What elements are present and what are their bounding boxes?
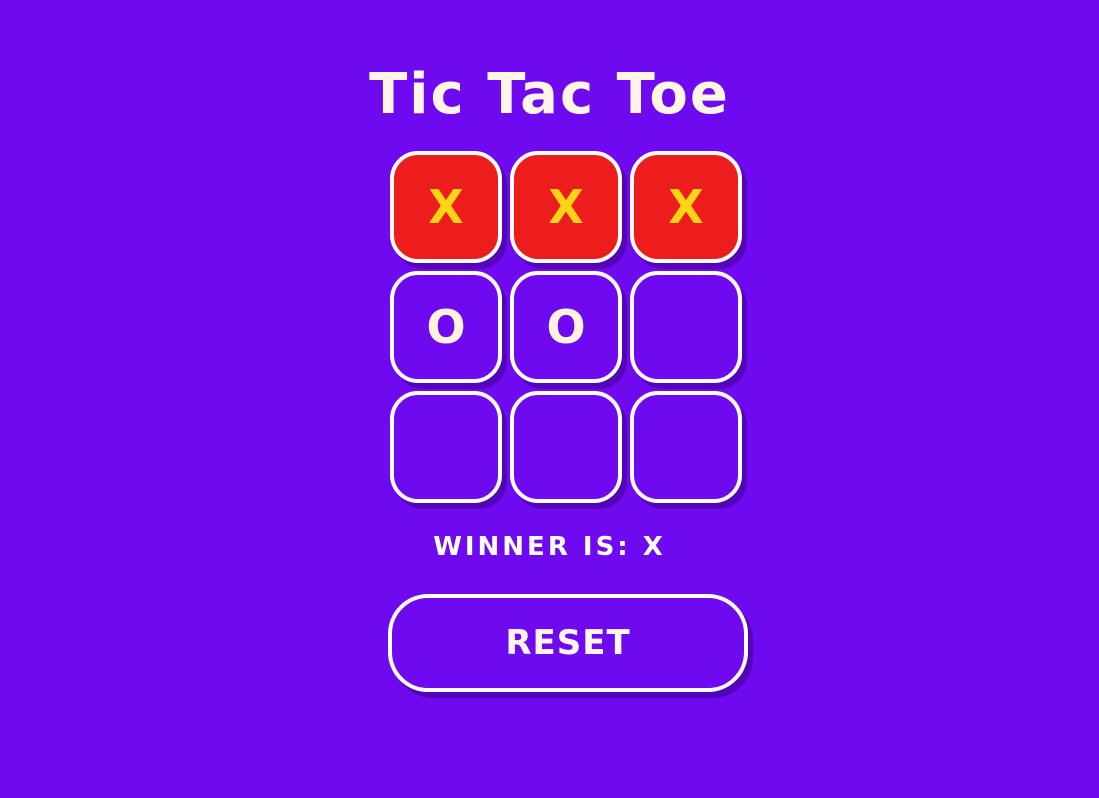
- board-cell-4[interactable]: O: [390, 271, 502, 383]
- game-board: X X X O O: [390, 151, 744, 503]
- cell-mark: O: [546, 300, 586, 354]
- cell-mark: X: [428, 180, 464, 234]
- cell-mark: X: [548, 180, 584, 234]
- board-cell-3[interactable]: X: [630, 151, 742, 263]
- cell-mark: O: [426, 300, 466, 354]
- board-cell-7[interactable]: [390, 391, 502, 503]
- board-cell-9[interactable]: [630, 391, 742, 503]
- board-cell-2[interactable]: X: [510, 151, 622, 263]
- winner-status: WINNER IS: X: [433, 532, 666, 562]
- cell-mark: X: [668, 180, 704, 234]
- board-cell-1[interactable]: X: [390, 151, 502, 263]
- reset-button[interactable]: RESET: [388, 594, 748, 692]
- board-cell-5[interactable]: O: [510, 271, 622, 383]
- board-cell-6[interactable]: [630, 271, 742, 383]
- game-title: Tic Tac Toe: [369, 62, 730, 127]
- board-cell-8[interactable]: [510, 391, 622, 503]
